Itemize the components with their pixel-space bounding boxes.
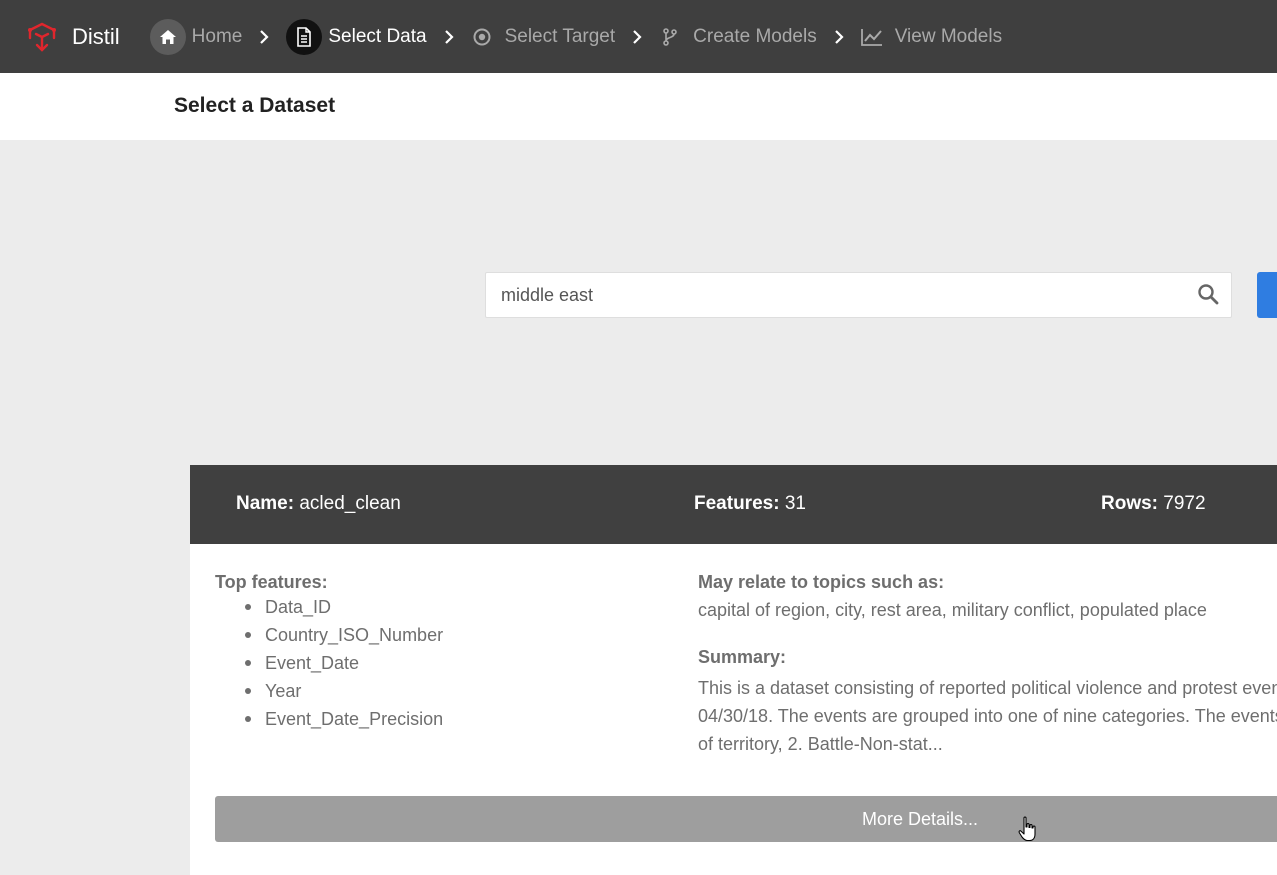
- app-name: Distil: [72, 23, 120, 49]
- dataset-rows: Rows: 7972: [1101, 493, 1206, 515]
- nav-create-models[interactable]: Create Models: [659, 0, 817, 73]
- search-button[interactable]: [1257, 272, 1277, 318]
- topics-text: capital of region, city, rest area, mili…: [698, 600, 1207, 620]
- topics-heading: May relate to topics such as:: [698, 572, 945, 592]
- more-details-button[interactable]: More Details...: [215, 796, 1277, 842]
- chevron-right-icon: [831, 29, 847, 45]
- dataset-features-value: 31: [784, 493, 806, 514]
- dataset-name: Name: acled_clean: [236, 493, 401, 515]
- list-item: Event_Date_Precision: [244, 705, 443, 733]
- summary-text: of territory, 2. Battle-Non-stat...: [698, 734, 943, 754]
- list-item: Data_ID: [244, 593, 443, 621]
- nav-select-target-label: Select Target: [504, 25, 616, 47]
- search-box[interactable]: [485, 272, 1232, 318]
- target-icon: [471, 19, 493, 55]
- list-item: Year: [244, 677, 443, 705]
- dataset-card: Name: acled_clean Features: 31 Rows: 797…: [190, 465, 1277, 875]
- hand-cursor-icon: [1018, 816, 1036, 842]
- chevron-right-icon: [629, 29, 645, 45]
- list-item: Event_Date: [244, 649, 443, 677]
- nav-home-label: Home: [191, 25, 243, 47]
- summary-heading: Summary:: [698, 647, 787, 667]
- top-features-heading: Top features:: [215, 572, 328, 592]
- page-header: Select a Dataset: [0, 73, 1277, 140]
- summary-text: 04/30/18. The events are grouped into on…: [698, 706, 1277, 726]
- nav-select-data[interactable]: Select Data: [286, 0, 427, 73]
- distil-logo-icon: [28, 22, 56, 52]
- search-input[interactable]: [486, 273, 1186, 317]
- nav-select-target[interactable]: Select Target: [471, 0, 616, 73]
- dataset-description: May relate to topics such as: capital of…: [698, 572, 1277, 758]
- dataset-name-label: Name:: [236, 493, 295, 514]
- dataset-rows-value: 7972: [1163, 493, 1206, 514]
- nav-view-models-label: View Models: [894, 25, 1003, 47]
- chevron-right-icon: [256, 29, 272, 45]
- dataset-features: Features: 31: [694, 493, 806, 515]
- top-features-section: Top features: Data_ID Country_ISO_Number…: [215, 572, 443, 733]
- top-navbar: Distil Home Select Data Select Target Cr…: [0, 0, 1277, 73]
- dataset-rows-label: Rows:: [1101, 493, 1158, 514]
- summary-text: This is a dataset consisting of reported…: [698, 678, 1277, 698]
- top-features-list: Data_ID Country_ISO_Number Event_Date Ye…: [215, 593, 443, 733]
- line-chart-icon: [860, 19, 883, 55]
- brand[interactable]: Distil: [26, 21, 120, 53]
- search-icon[interactable]: [1197, 283, 1219, 305]
- home-icon: [149, 18, 186, 55]
- nav-create-models-label: Create Models: [693, 25, 817, 47]
- dataset-features-label: Features:: [694, 493, 780, 514]
- dataset-name-value: acled_clean: [299, 493, 401, 514]
- list-item: Country_ISO_Number: [244, 621, 443, 649]
- page-title: Select a Dataset: [174, 94, 336, 117]
- nav-select-data-label: Select Data: [328, 25, 427, 47]
- dataset-card-header[interactable]: Name: acled_clean Features: 31 Rows: 797…: [190, 465, 1277, 544]
- nav-view-models[interactable]: View Models: [860, 0, 1003, 73]
- nav-home[interactable]: Home: [149, 0, 243, 73]
- chevron-right-icon: [441, 29, 457, 45]
- branch-icon: [659, 19, 681, 55]
- document-icon: [286, 18, 323, 55]
